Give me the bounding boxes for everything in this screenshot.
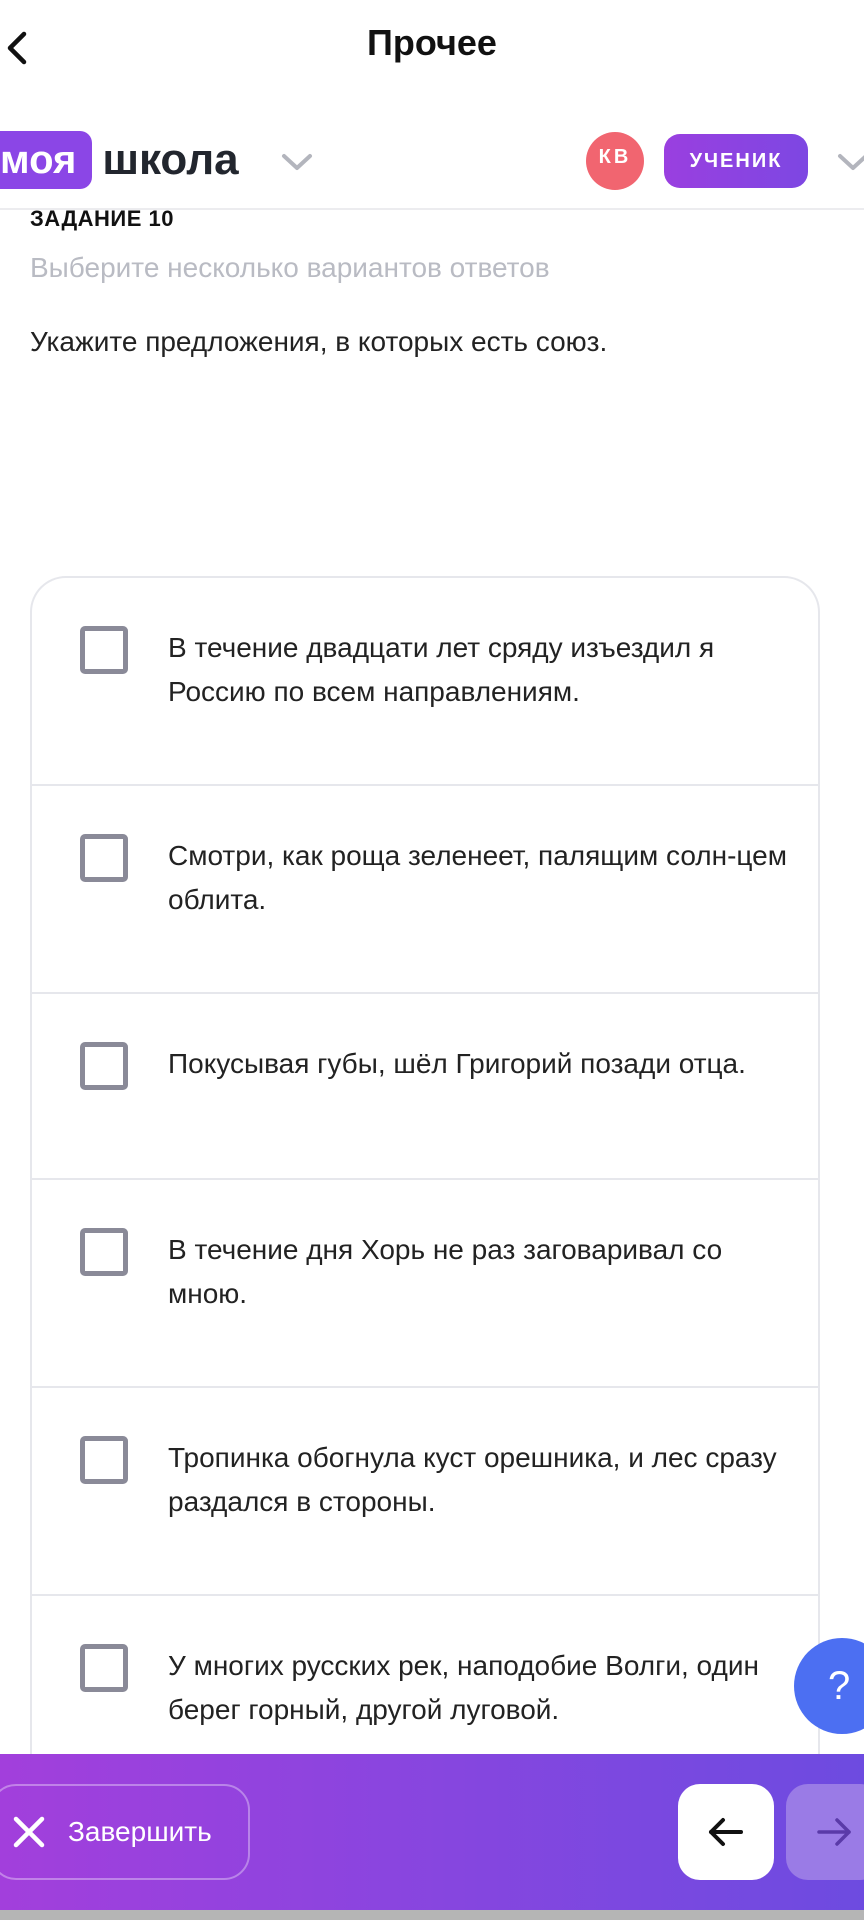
checkbox[interactable] — [80, 1228, 128, 1276]
answer-option-text: У многих русских рек, наподобие Волги, о… — [168, 1650, 759, 1725]
arrow-left-icon — [709, 1818, 743, 1846]
close-icon — [13, 1816, 45, 1848]
school-selector[interactable]: моя школа — [0, 130, 239, 190]
chevron-down-icon[interactable] — [280, 152, 314, 174]
task-question: Укажите предложения, в которых есть союз… — [30, 326, 608, 357]
task-number: ЗАДАНИЕ 10 — [30, 206, 175, 231]
bottom-action-bar: Завершить — [0, 1754, 864, 1910]
page-title: Прочее — [367, 22, 497, 63]
system-bottom-strip — [0, 1910, 864, 1920]
finish-button-label: Завершить — [68, 1816, 212, 1847]
answer-option-text: В течение дня Хорь не раз заговаривал со… — [168, 1234, 723, 1309]
checkbox[interactable] — [80, 626, 128, 674]
next-question-button[interactable] — [786, 1784, 864, 1880]
answer-option[interactable]: В течение дня Хорь не раз заговаривал со… — [32, 1180, 818, 1388]
answer-option[interactable]: Покусывая губы, шёл Григорий позади отца… — [32, 994, 818, 1180]
answer-option[interactable]: В течение двадцати лет сряду изъездил я … — [32, 578, 818, 786]
brand-logo-shkola: школа — [102, 135, 239, 184]
top-nav-bar: Прочее — [0, 0, 864, 96]
checkbox[interactable] — [80, 1436, 128, 1484]
finish-button[interactable]: Завершить — [0, 1784, 250, 1880]
checkbox[interactable] — [80, 1644, 128, 1692]
chevron-down-icon[interactable] — [836, 152, 864, 174]
answer-option[interactable]: Тропинка обогнула куст орешника, и лес с… — [32, 1388, 818, 1596]
answer-option-text: Тропинка обогнула куст орешника, и лес с… — [168, 1442, 777, 1517]
answer-option-text: Смотри, как роща зеленеет, палящим солн-… — [168, 840, 787, 915]
arrow-right-icon — [817, 1818, 851, 1846]
answer-option-text: Покусывая губы, шёл Григорий позади отца… — [168, 1048, 746, 1079]
brand-row: моя школа КВ УЧЕНИК — [0, 112, 864, 208]
answer-option-text: В течение двадцати лет сряду изъездил я … — [168, 632, 715, 707]
task-hint: Выберите несколько вариантов ответов — [30, 252, 550, 283]
screen: Прочее моя школа КВ УЧЕНИК ЗАДАНИЕ 10 Вы… — [0, 0, 864, 1920]
brand-logo-moya: моя — [0, 131, 93, 189]
avatar[interactable]: КВ — [586, 132, 644, 190]
checkbox[interactable] — [80, 1042, 128, 1090]
answer-option[interactable]: Смотри, как роща зеленеет, палящим солн-… — [32, 786, 818, 994]
checkbox[interactable] — [80, 834, 128, 882]
role-badge[interactable]: УЧЕНИК — [664, 134, 808, 188]
previous-question-button[interactable] — [678, 1784, 774, 1880]
answer-options-card: В течение двадцати лет сряду изъездил я … — [30, 576, 820, 1876]
